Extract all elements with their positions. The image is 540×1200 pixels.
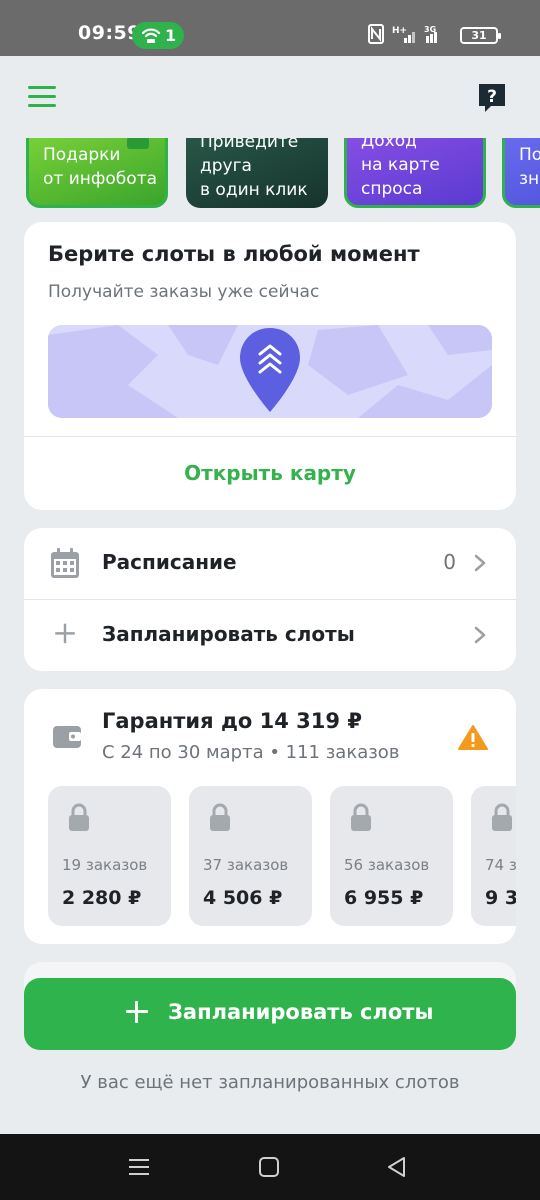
- promo-card-more[interactable]: По зна: [502, 138, 540, 208]
- system-nav-bar: [0, 1134, 540, 1200]
- battery-icon: 31: [460, 27, 501, 44]
- schedule-card: Расписание 0 Запланировать слоты: [24, 528, 516, 671]
- guarantee-subtitle: С 24 по 30 марта • 111 заказов: [102, 742, 400, 763]
- home-icon[interactable]: [256, 1154, 282, 1180]
- guarantee-title: Гарантия до 14 319 ₽: [102, 709, 362, 733]
- map-preview[interactable]: [48, 325, 492, 418]
- promo-line: от инфобота: [43, 169, 158, 189]
- hotspot-indicator: 1: [132, 22, 184, 49]
- menu-icon[interactable]: [28, 86, 56, 108]
- promo-carousel[interactable]: Подарки от инфобота Приведите друга в од…: [0, 138, 540, 212]
- status-bar: 09:59 1 H+ 3G 31: [0, 0, 540, 56]
- slots-map-card: Берите слоты в любой момент Получайте за…: [24, 222, 516, 510]
- promo-line: в один клик: [200, 180, 308, 200]
- plus-icon: [126, 1001, 148, 1023]
- svg-text:?: ?: [487, 87, 497, 107]
- nfc-icon: [368, 24, 384, 44]
- guarantee-tier[interactable]: 74 заказов 9 32: [471, 786, 516, 926]
- schedule-count: 0: [443, 550, 456, 574]
- promo-line: Приведите: [200, 138, 299, 152]
- guarantee-tier[interactable]: 56 заказов 6 955 ₽: [330, 786, 453, 926]
- guarantee-card[interactable]: Гарантия до 14 319 ₽ С 24 по 30 марта • …: [24, 689, 516, 944]
- calendar-icon: [51, 548, 79, 578]
- promo-line: спроса: [361, 179, 423, 199]
- signal-h-icon: H+: [392, 26, 415, 43]
- map-pin-icon: [240, 328, 300, 412]
- lock-icon: [69, 803, 89, 831]
- promo-card-gifts[interactable]: Подарки от инфобота: [26, 138, 168, 208]
- help-icon[interactable]: ?: [477, 82, 507, 114]
- promo-line: зна: [519, 169, 540, 189]
- promo-text: Подарки от инфобота: [43, 143, 157, 191]
- tier-orders: 19 заказов: [62, 856, 148, 874]
- promo-line: По: [519, 145, 540, 165]
- signal-3g-icon: 3G: [424, 25, 437, 43]
- plus-icon: [55, 623, 75, 644]
- plan-slots-label: Запланировать слоты: [102, 622, 355, 646]
- tier-orders: 74 заказов: [485, 856, 516, 874]
- promo-line: друга: [200, 156, 252, 176]
- status-icons: H+ 3G 31: [368, 24, 501, 46]
- tier-amount: 2 280 ₽: [62, 887, 142, 909]
- guarantee-tier[interactable]: 37 заказов 4 506 ₽: [189, 786, 312, 926]
- chevron-right-icon: [474, 554, 486, 572]
- schedule-row[interactable]: Расписание 0: [24, 528, 516, 599]
- back-icon[interactable]: [384, 1154, 410, 1180]
- guarantee-tier[interactable]: 19 заказов 2 280 ₽: [48, 786, 171, 926]
- schedule-label: Расписание: [102, 550, 237, 574]
- hotspot-count: 1: [165, 26, 177, 45]
- promo-card-referral[interactable]: Приведите друга в один клик: [186, 138, 328, 208]
- promo-text: По зна: [519, 143, 540, 191]
- app-bar: ?: [0, 56, 540, 138]
- map-card-title: Берите слоты в любой момент: [48, 242, 420, 266]
- promo-text: Доход на карте спроса: [361, 138, 440, 201]
- promo-line: на карте: [361, 155, 440, 175]
- promo-line: Подарки: [43, 145, 121, 165]
- lock-icon: [351, 803, 371, 831]
- promo-line: Доход: [361, 138, 417, 151]
- wallet-icon: [53, 726, 81, 748]
- promo-text: Приведите друга в один клик: [200, 138, 308, 202]
- plan-slots-button[interactable]: Запланировать слоты: [24, 978, 516, 1050]
- no-slots-note: У вас ещё нет запланированных слотов: [80, 1072, 460, 1093]
- warning-icon[interactable]: [458, 724, 488, 751]
- battery-level: 31: [471, 29, 487, 42]
- plan-slots-button-label: Запланировать слоты: [168, 1000, 434, 1024]
- guarantee-tiers[interactable]: 19 заказов 2 280 ₽ 37 заказов 4 506 ₽ 56…: [48, 786, 516, 926]
- svg-text:H+: H+: [392, 26, 407, 36]
- lock-icon: [492, 803, 512, 831]
- promo-card-demand-map[interactable]: Доход на карте спроса: [344, 138, 486, 208]
- recent-apps-icon[interactable]: [126, 1154, 152, 1180]
- plan-slots-row[interactable]: Запланировать слоты: [24, 600, 516, 671]
- lock-icon: [210, 803, 230, 831]
- tier-amount: 6 955 ₽: [344, 887, 424, 909]
- tier-amount: 4 506 ₽: [203, 887, 283, 909]
- map-card-subtitle: Получайте заказы уже сейчас: [48, 282, 320, 302]
- tier-orders: 37 заказов: [203, 856, 289, 874]
- tier-amount: 9 32: [485, 887, 516, 909]
- chevron-right-icon: [474, 626, 486, 644]
- tier-orders: 56 заказов: [344, 856, 430, 874]
- open-map-button[interactable]: Открыть карту: [24, 437, 516, 510]
- hotspot-icon: [141, 28, 161, 43]
